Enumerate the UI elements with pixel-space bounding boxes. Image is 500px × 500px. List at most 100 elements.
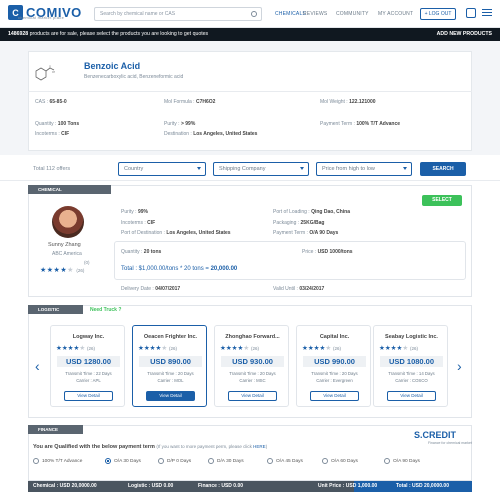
chem-total-value: 20,000.00 [210,266,238,272]
shipping-company-select[interactable]: Shipping Company [213,162,309,176]
search-icon[interactable] [251,11,257,17]
unit-price: Unit Price : USD 1,000.00 [318,483,378,489]
price-sort-select[interactable]: Price from high to low [316,162,412,176]
chem-loading-port: Port of Loading : Qing Dao, China [273,209,350,215]
star-icons: ★★★★ [40,267,68,274]
chem-total: Total : $1,000.00/tons * 20 tons = 20,00… [121,266,237,272]
logistic-card[interactable]: Capital Inc. ★★★★★ (26) USD 990.00 Trans… [296,325,371,407]
add-new-products-link[interactable]: ADD NEW PRODUCTS [437,28,492,41]
chem-qty-value: 20 tons [143,249,162,255]
search-button[interactable]: SEARCH [420,162,466,176]
payment-option-radio[interactable]: O/A 90 Days [384,458,420,464]
radio-icon [158,458,164,464]
search-input[interactable]: Search by chemical name or CAS [94,7,262,21]
destination-field: Destination : Los Angeles, United States [164,131,257,137]
payment-option-label: O/A 45 Days [276,458,303,464]
nav-community[interactable]: COMMUNITY [336,11,369,17]
chem-packaging-value: 25KG/Bag [300,220,325,226]
logistic-reviews: (26) [409,346,418,351]
view-detail-button[interactable]: View Detail [146,391,195,401]
more-terms-prefix: (If you want to more payment perm, pleas… [156,444,254,449]
shipping-select-value: Shipping Company [219,166,266,172]
incoterms-value: CIF [61,131,70,137]
nav-my-account[interactable]: MY ACCOUNT [378,11,413,17]
logistic-transit: Transmit Time : 22 Days [65,371,112,376]
chem-purity: Purity : 99% [121,209,148,215]
incoterms-field: Incoterms : CIF [35,131,69,137]
logistic-rating: ★★★★★ (26) [302,345,341,352]
chem-price: Price : USD 1000/tons [302,249,353,255]
logistic-carrier: Carrier : Evergreen [316,378,353,383]
weight-label: Mol Weight : [320,99,348,105]
product-name: Benzoic Acid [84,61,141,71]
product-count: 1486928 [8,31,29,37]
nav-chemicals[interactable]: CHEMICALS [275,11,306,17]
cart-icon[interactable] [466,8,476,18]
logistic-carrier: Carrier : APL [76,378,101,383]
payment-option-radio[interactable]: D/A 30 Days [208,458,244,464]
payment-option-radio[interactable]: O/A 60 Days [322,458,358,464]
cas-value: 65-85-0 [49,99,67,105]
country-select[interactable]: Country [118,162,206,176]
logistic-transit: Transmit Time : 14 Days [388,371,435,376]
chem-price-label: Price : [302,249,317,255]
payment-option-label: 100% T/T Advance [42,458,83,464]
logistic-card[interactable]: Zhonghao Forward... ★★★★★ (26) USD 930.0… [214,325,289,407]
more-terms-suffix: ) [265,444,268,449]
payment-option-radio[interactable]: D/P 0 Days [158,458,191,464]
chem-quantity: Quantity : 20 tons [121,249,161,255]
payment-option-label: O/A 90 Days [393,458,420,464]
logistic-carrier: Carrier : MSC [239,378,266,383]
summary-bar: Chemical : USD 20,0000.00 Logistic : USD… [28,481,472,492]
view-detail-button[interactable]: View Detail [64,391,113,401]
svg-text:O: O [49,66,51,69]
more-terms-text: (If you want to more payment perm, pleas… [156,444,267,449]
view-detail-button[interactable]: View Detail [310,391,359,401]
view-detail-button[interactable]: View Detail [387,391,436,401]
need-truck-link[interactable]: Need Truck ? [90,307,121,313]
chem-destination-port: Port of Destination : Los Angeles, Unite… [121,230,231,236]
menu-icon[interactable] [482,9,492,18]
chem-destport-value: Los Angeles, United States [166,230,231,236]
seller-zero: (0) [84,260,90,265]
delivery-value: 04/07/2017 [155,286,181,292]
banner-text: products are for sale, please select the… [28,31,209,37]
quantity-field: Quantity : 100 Tons [35,121,79,127]
payment-option-radio[interactable]: O/A 30 Days [105,458,141,464]
seller-name: Sunny Zhang [48,242,81,248]
chem-payment-term: Payment Term : O/A 90 Days [273,230,338,236]
carousel-next-icon[interactable]: › [457,358,462,374]
logistic-rating: ★★★★★ (26) [138,345,177,352]
payment-term-field: Payment Term : 100% T/T Advance [320,121,400,127]
total-offers: Total 112 offers [33,166,71,172]
select-button[interactable]: SELECT [422,195,462,206]
formula-label: Mol Formula : [164,99,195,105]
logistic-rating: ★★★★★ (26) [220,345,259,352]
carousel-prev-icon[interactable]: ‹ [35,358,40,374]
logistic-name: Capital Inc. [319,334,350,340]
s-credit-tagline: Finance for chemical market [428,441,472,445]
radio-icon [33,458,39,464]
logistic-name: Logway Inc. [72,334,105,340]
logistic-price: USD 890.00 [139,356,202,367]
logout-button[interactable]: + LOG OUT [420,8,456,20]
logistic-price: USD 990.00 [303,356,366,367]
logistic-carrier: Carrier : MOL [157,378,184,383]
purity-field: Purity : > 99% [164,121,195,127]
nav-reviews[interactable]: REVIEWS [303,11,327,17]
here-link[interactable]: HERE [253,444,266,449]
logistic-reviews: (26) [250,346,259,351]
logistic-card[interactable]: Oeacen Frighter Inc. ★★★★★ (26) USD 890.… [132,325,207,407]
product-count-banner: 1486928 products are for sale, please se… [0,28,500,41]
view-detail-button[interactable]: View Detail [228,391,277,401]
logistic-rating: ★★★★★ (26) [379,345,418,352]
payment-option-radio[interactable]: O/A 45 Days [267,458,303,464]
chem-purity-value: 99% [137,209,148,215]
valid-value: 03/24/2017 [299,286,325,292]
radio-icon [208,458,214,464]
s-credit-brand: S.CREDIT [414,430,457,440]
logistic-card[interactable]: Seabay Logistic Inc. ★★★★★ (26) USD 1080… [373,325,448,407]
logistic-card[interactable]: Logway Inc. ★★★★★ (26) USD 1280.00 Trans… [50,325,125,407]
payment-option-radio[interactable]: 100% T/T Advance [33,458,82,464]
finance-section-header: FINANCE [28,425,83,434]
